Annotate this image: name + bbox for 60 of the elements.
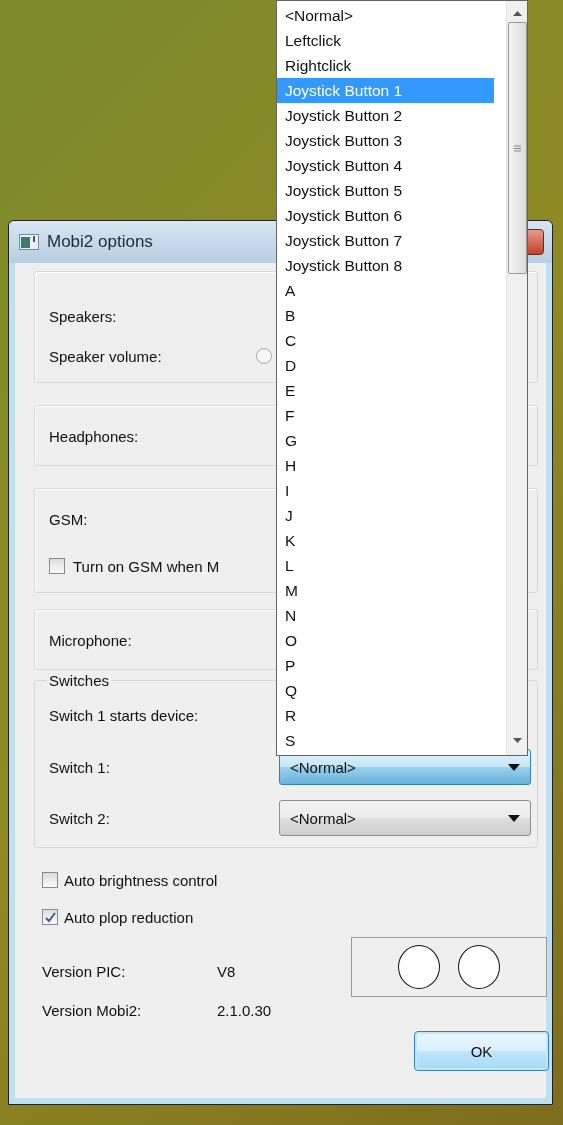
list-item[interactable]: D — [277, 353, 494, 378]
field-label: GSM: — [49, 510, 88, 528]
list-item[interactable]: Joystick Button 3 — [277, 128, 494, 153]
ok-button[interactable]: OK — [414, 1031, 549, 1071]
list-item[interactable]: H — [277, 453, 494, 478]
list-item[interactable]: <Normal> — [277, 3, 494, 28]
field-label: Switch 1: — [49, 758, 111, 776]
version-value: 2.1.0.30 — [217, 1002, 273, 1019]
list-item[interactable]: Joystick Button 4 — [277, 153, 494, 178]
field-label: Switch 1 starts device: — [49, 706, 200, 724]
list-item[interactable]: Joystick Button 7 — [277, 228, 494, 253]
checkbox[interactable] — [42, 909, 58, 925]
list-item[interactable]: E — [277, 378, 494, 403]
radio-button[interactable] — [255, 348, 272, 364]
list-item[interactable]: J — [277, 503, 494, 528]
list-item[interactable]: C — [277, 328, 494, 353]
list-item[interactable]: N — [277, 603, 494, 628]
list-item[interactable]: Leftclick — [277, 28, 494, 53]
list-item[interactable]: Joystick Button 8 — [277, 253, 494, 278]
list-item[interactable]: Joystick Button 5 — [277, 178, 494, 203]
list-item[interactable]: O — [277, 628, 494, 653]
scrollbar[interactable] — [506, 1, 527, 755]
list-item[interactable]: K — [277, 528, 494, 553]
caret-icon — [508, 814, 520, 822]
version-label: Version PIC: — [42, 963, 127, 980]
field-label: Speakers: — [49, 307, 117, 325]
list-item[interactable]: A — [277, 278, 494, 303]
list-item[interactable]: Joystick Button 2 — [277, 103, 494, 128]
scroll-down-icon[interactable] — [512, 738, 522, 743]
window-title: Mobi2 options — [47, 232, 153, 252]
group-title: Switches — [48, 672, 111, 689]
checkbox-label: Turn on GSM when M — [73, 557, 220, 575]
field-label: Switch 2: — [49, 809, 111, 827]
field-label: Microphone: — [49, 631, 132, 649]
caret-icon — [508, 763, 520, 771]
checkbox[interactable] — [42, 872, 58, 888]
indicator-light — [458, 945, 500, 989]
list-item[interactable]: I — [277, 478, 494, 503]
app-icon — [19, 234, 39, 250]
list-item[interactable]: F — [277, 403, 494, 428]
list-item[interactable]: Joystick Button 6 — [277, 203, 494, 228]
field-label: Speaker volume: — [49, 347, 162, 365]
scroll-up-icon[interactable] — [512, 11, 522, 16]
scroll-thumb[interactable] — [507, 22, 527, 274]
list-item[interactable]: M — [277, 578, 494, 603]
list-item[interactable]: L — [277, 553, 494, 578]
list-item[interactable]: G — [277, 428, 494, 453]
dropdown[interactable]: <Normal> — [279, 800, 531, 836]
indicator-light — [398, 945, 440, 989]
checkbox-label: Auto plop reduction — [64, 908, 194, 926]
list-item[interactable]: P — [277, 653, 494, 678]
field-label: Headphones: — [49, 427, 139, 445]
list-item[interactable]: B — [277, 303, 494, 328]
version-value: V8 — [217, 963, 237, 980]
checkbox-label: Auto brightness control — [64, 871, 218, 889]
list-item[interactable]: R — [277, 703, 494, 728]
checkbox[interactable] — [49, 558, 65, 574]
version-label: Version Mobi2: — [42, 1002, 143, 1019]
list-item[interactable]: Q — [277, 678, 494, 703]
list-item[interactable]: Rightclick — [277, 53, 494, 78]
